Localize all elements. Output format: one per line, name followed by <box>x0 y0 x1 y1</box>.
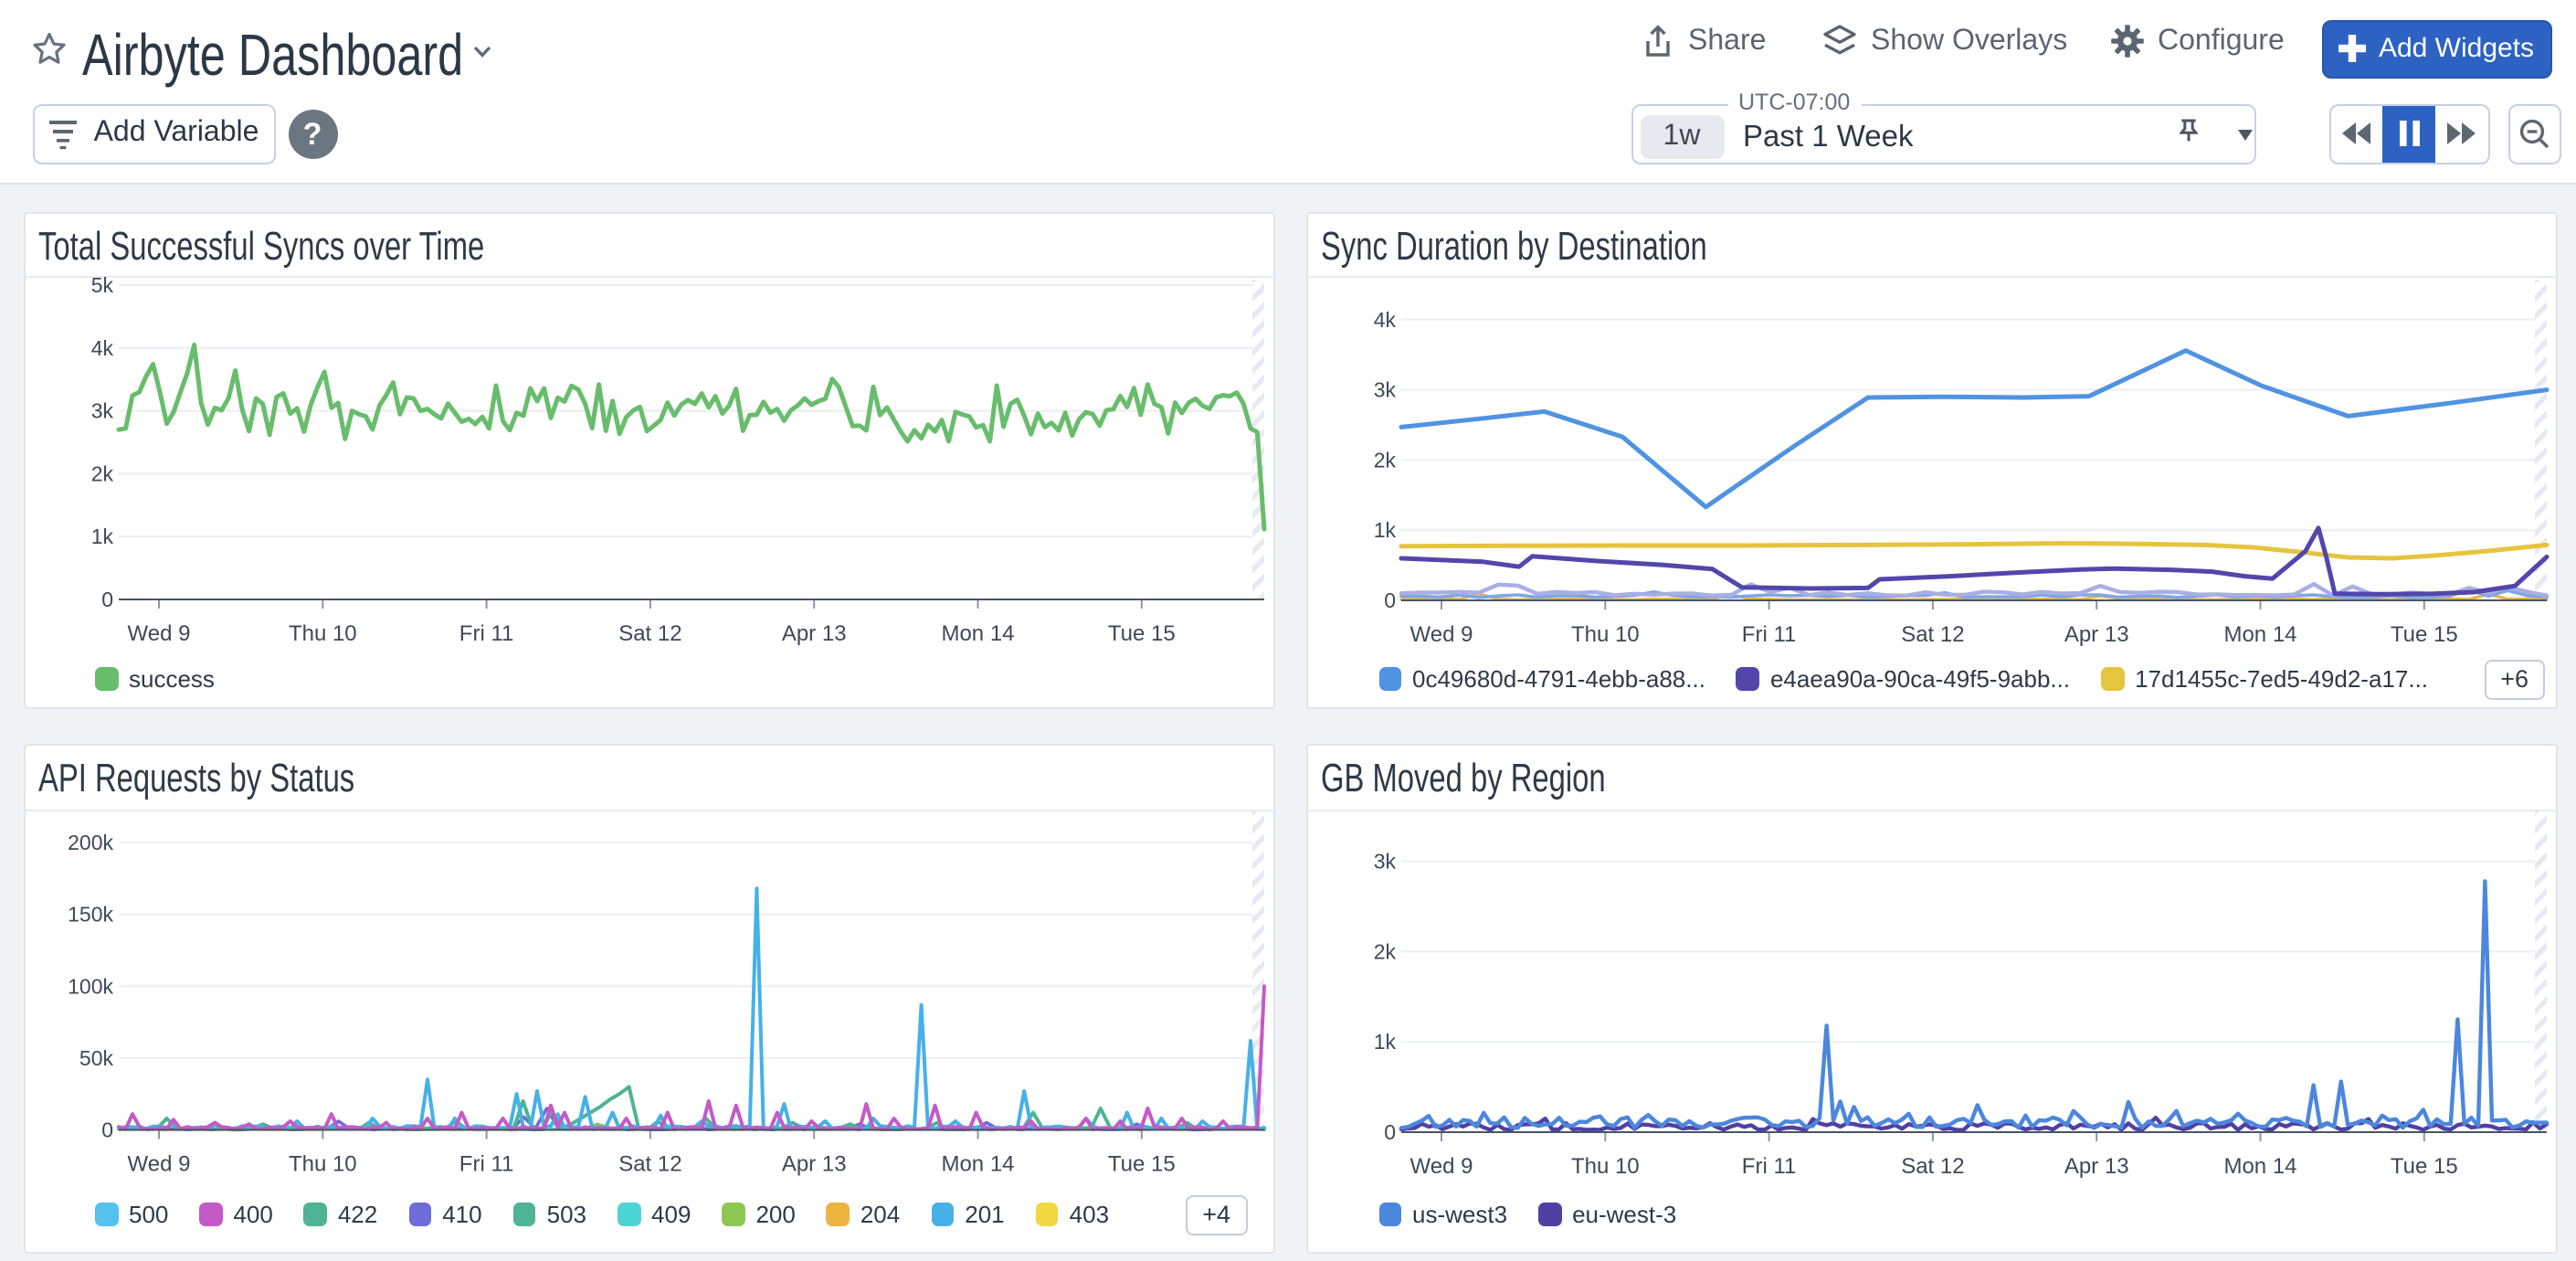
svg-text:Thu 10: Thu 10 <box>1571 1154 1640 1179</box>
svg-text:200k: 200k <box>67 831 112 854</box>
svg-text:1k: 1k <box>1374 518 1397 542</box>
svg-text:Wed 9: Wed 9 <box>1410 622 1473 647</box>
svg-text:Mon 14: Mon 14 <box>2223 622 2296 647</box>
svg-text:100k: 100k <box>67 974 112 998</box>
svg-text:4k: 4k <box>90 335 113 359</box>
svg-text:Thu 10: Thu 10 <box>288 1152 356 1177</box>
svg-text:Sat 12: Sat 12 <box>618 1152 681 1177</box>
svg-text:Tue 15: Tue 15 <box>1107 621 1175 646</box>
svg-text:Apr 13: Apr 13 <box>2064 1154 2129 1179</box>
svg-text:3k: 3k <box>1374 377 1397 401</box>
svg-text:Wed 9: Wed 9 <box>1410 1154 1473 1179</box>
svg-text:0: 0 <box>1384 588 1396 612</box>
svg-text:Apr 13: Apr 13 <box>781 1152 846 1177</box>
svg-text:1k: 1k <box>90 525 113 548</box>
svg-text:Mon 14: Mon 14 <box>940 621 1013 646</box>
svg-text:Mon 14: Mon 14 <box>940 1152 1013 1177</box>
svg-text:Sat 12: Sat 12 <box>618 621 681 646</box>
svg-text:Sat 12: Sat 12 <box>1901 1154 1964 1179</box>
svg-text:0: 0 <box>100 588 112 611</box>
svg-text:Fri 11: Fri 11 <box>459 621 513 646</box>
svg-text:150k: 150k <box>67 903 112 927</box>
svg-text:50k: 50k <box>79 1046 113 1070</box>
svg-text:Thu 10: Thu 10 <box>1571 622 1640 647</box>
svg-text:Mon 14: Mon 14 <box>2223 1154 2296 1179</box>
svg-text:Fri 11: Fri 11 <box>1742 622 1797 647</box>
svg-text:0: 0 <box>1384 1120 1396 1144</box>
svg-text:2k: 2k <box>1374 448 1397 472</box>
svg-text:Apr 13: Apr 13 <box>781 621 846 646</box>
svg-text:Thu 10: Thu 10 <box>288 621 356 646</box>
svg-text:Tue 15: Tue 15 <box>1107 1152 1175 1177</box>
svg-text:Fri 11: Fri 11 <box>1742 1154 1797 1179</box>
svg-text:3k: 3k <box>90 398 113 422</box>
svg-text:Wed 9: Wed 9 <box>127 1152 190 1177</box>
svg-text:3k: 3k <box>1374 850 1397 874</box>
svg-text:Apr 13: Apr 13 <box>2064 622 2129 647</box>
svg-text:Tue 15: Tue 15 <box>2391 1154 2458 1179</box>
svg-text:0: 0 <box>100 1118 112 1142</box>
svg-text:Fri 11: Fri 11 <box>459 1152 513 1177</box>
svg-text:2k: 2k <box>90 461 113 485</box>
svg-text:Sat 12: Sat 12 <box>1901 622 1964 647</box>
svg-text:2k: 2k <box>1374 939 1397 963</box>
svg-text:Tue 15: Tue 15 <box>2391 622 2458 647</box>
svg-text:1k: 1k <box>1374 1030 1397 1054</box>
svg-text:Wed 9: Wed 9 <box>127 621 190 646</box>
svg-text:4k: 4k <box>1374 307 1397 331</box>
svg-text:5k: 5k <box>90 274 113 297</box>
